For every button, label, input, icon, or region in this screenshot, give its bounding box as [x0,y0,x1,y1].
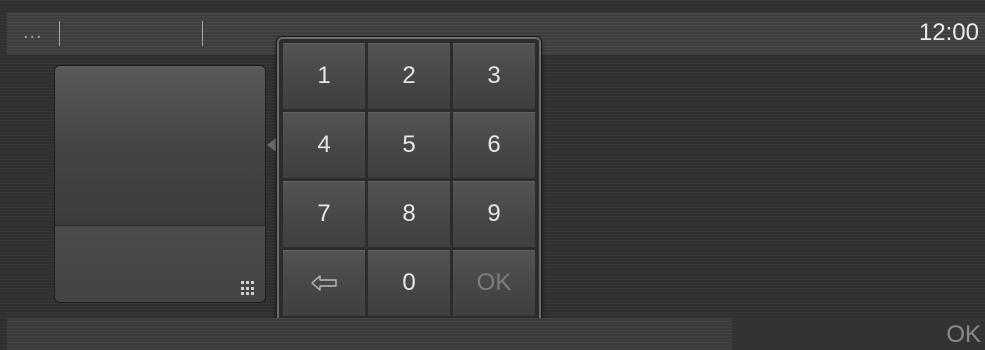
key-3[interactable]: 3 [453,43,535,109]
input-widget[interactable] [55,66,265,302]
bottom-bar: OK [7,318,985,350]
keypad-grid-icon[interactable] [241,281,256,296]
bottom-bar-ok-area[interactable]: OK [732,318,985,350]
screen: ... 12:00 1 2 3 4 5 6 7 8 9 0 OK OK [0,0,985,350]
key-5[interactable]: 5 [368,112,450,178]
key-backspace[interactable] [283,250,365,316]
key-1[interactable]: 1 [283,43,365,109]
menu-dots[interactable]: ... [23,21,43,44]
clock: 12:00 [918,19,979,46]
key-0[interactable]: 0 [368,250,450,316]
key-4[interactable]: 4 [283,112,365,178]
popup-pointer [267,138,276,152]
key-ok[interactable]: OK [453,250,535,316]
key-8[interactable]: 8 [368,181,450,247]
ok-button[interactable]: OK [946,321,981,349]
backspace-arrow-icon [311,275,337,291]
key-9[interactable]: 9 [453,181,535,247]
key-7[interactable]: 7 [283,181,365,247]
widget-lower-panel[interactable] [55,226,265,302]
top-bar-separator [59,21,60,46]
key-2[interactable]: 2 [368,43,450,109]
numeric-keypad: 1 2 3 4 5 6 7 8 9 0 OK [277,37,541,323]
top-bar-separator [202,21,203,46]
key-6[interactable]: 6 [453,112,535,178]
